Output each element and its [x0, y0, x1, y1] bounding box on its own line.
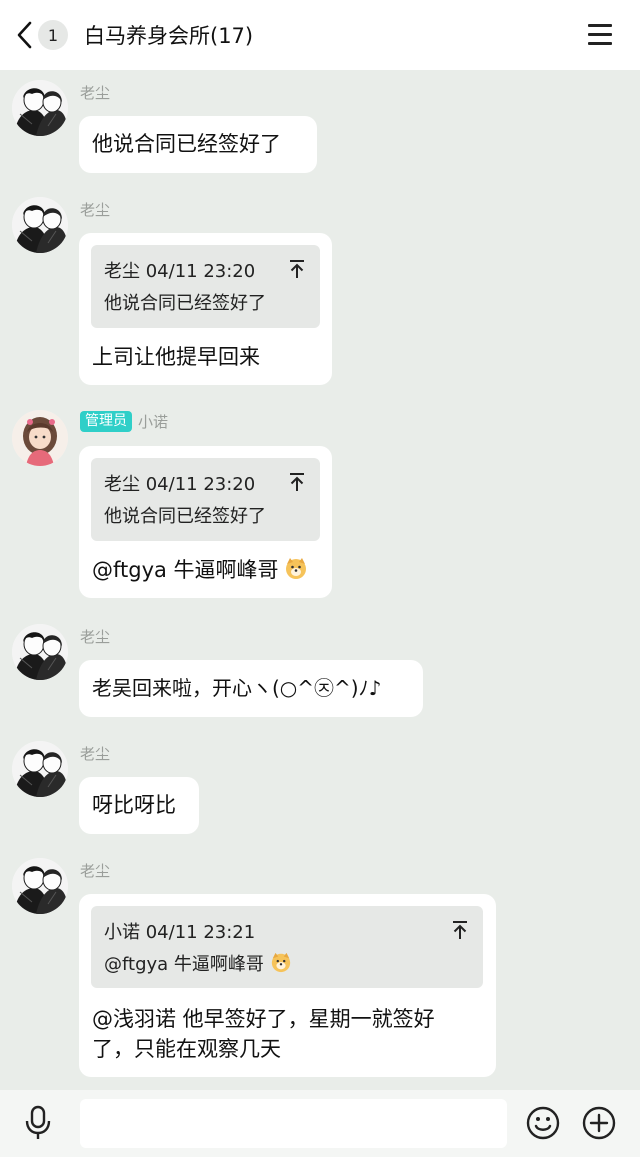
- jump-to-original-icon[interactable]: [451, 920, 469, 940]
- sender-name: 小诺: [138, 413, 169, 431]
- quoted-message[interactable]: 老尘 04/11 23:20 他说合同已经签好了: [91, 245, 320, 328]
- menu-icon[interactable]: [588, 22, 614, 48]
- message-text: 上司让他提早回来: [92, 345, 260, 369]
- input-bar: [0, 1090, 640, 1157]
- quote-text: 他说合同已经签好了: [104, 506, 266, 527]
- quote-header: 老尘 04/11 23:20: [104, 474, 256, 495]
- message-bubble[interactable]: 老尘 04/11 23:20 他说合同已经签好了 @ftgya 牛逼啊峰哥: [79, 446, 332, 598]
- sender-line: 老尘: [80, 860, 110, 881]
- quote-header: 小诺 04/11 23:21: [104, 922, 256, 943]
- message-text: @ftgya 牛逼啊峰哥: [92, 558, 279, 582]
- back-button[interactable]: 1: [14, 20, 68, 50]
- sender-name: 老尘: [80, 628, 111, 646]
- dog-emoji-icon: [284, 556, 308, 580]
- sender-line: 老尘: [80, 743, 110, 764]
- message-text: 呀比呀比: [92, 793, 176, 817]
- emoji-icon[interactable]: [526, 1106, 560, 1140]
- quote-text: 他说合同已经签好了: [104, 293, 266, 314]
- sender-name: 老尘: [80, 84, 111, 102]
- quote-header: 老尘 04/11 23:20: [104, 261, 256, 282]
- admin-badge: 管理员: [80, 411, 132, 432]
- message-list[interactable]: 老尘 他说合同已经签好了 老尘 老尘 04/11 23:20 他说合同已经签好了…: [0, 70, 640, 1090]
- avatar[interactable]: [12, 741, 68, 797]
- chat-header: 1 白马养身会所(17): [0, 0, 640, 70]
- quote-text: @ftgya 牛逼啊峰哥: [104, 954, 264, 975]
- quoted-message[interactable]: 老尘 04/11 23:20 他说合同已经签好了: [91, 458, 320, 541]
- message-text: 老吴回来啦，开心ヽ(○^㉨^)ﾉ♪: [92, 676, 382, 700]
- message-bubble[interactable]: 小诺 04/11 23:21 @ftgya 牛逼啊峰哥 @浅羽诺 他早签好了，星…: [79, 894, 496, 1077]
- sender-name: 老尘: [80, 862, 111, 880]
- avatar[interactable]: [12, 197, 68, 253]
- message-bubble[interactable]: 老吴回来啦，开心ヽ(○^㉨^)ﾉ♪: [79, 660, 423, 717]
- quoted-message[interactable]: 小诺 04/11 23:21 @ftgya 牛逼啊峰哥: [91, 906, 483, 988]
- message-bubble[interactable]: 他说合同已经签好了: [79, 116, 317, 173]
- sender-line: 管理员 小诺: [80, 411, 168, 432]
- jump-to-original-icon[interactable]: [288, 259, 306, 279]
- add-icon[interactable]: [582, 1106, 616, 1140]
- message-text: 他说合同已经签好了: [92, 132, 281, 156]
- sender-name: 老尘: [80, 745, 111, 763]
- sender-line: 老尘: [80, 626, 110, 647]
- jump-to-original-icon[interactable]: [288, 472, 306, 492]
- avatar[interactable]: [12, 410, 68, 466]
- chat-title: 白马养身会所(17): [84, 24, 254, 48]
- avatar[interactable]: [12, 858, 68, 914]
- message-input[interactable]: [80, 1099, 507, 1148]
- message-bubble[interactable]: 呀比呀比: [79, 777, 199, 834]
- chevron-left-icon: [17, 21, 32, 49]
- unread-count-badge: 1: [38, 20, 68, 50]
- sender-line: 老尘: [80, 82, 110, 103]
- message-text-line-1: @浅羽诺 他早签好了，星期一就签好: [92, 1007, 435, 1031]
- message-bubble[interactable]: 老尘 04/11 23:20 他说合同已经签好了 上司让他提早回来: [79, 233, 332, 385]
- microphone-icon[interactable]: [22, 1105, 54, 1141]
- avatar[interactable]: [12, 80, 68, 136]
- message-text-line-2: 了，只能在观察几天: [92, 1037, 281, 1061]
- sender-line: 老尘: [80, 199, 110, 220]
- dog-emoji-icon: [270, 951, 292, 973]
- sender-name: 老尘: [80, 201, 111, 219]
- avatar[interactable]: [12, 624, 68, 680]
